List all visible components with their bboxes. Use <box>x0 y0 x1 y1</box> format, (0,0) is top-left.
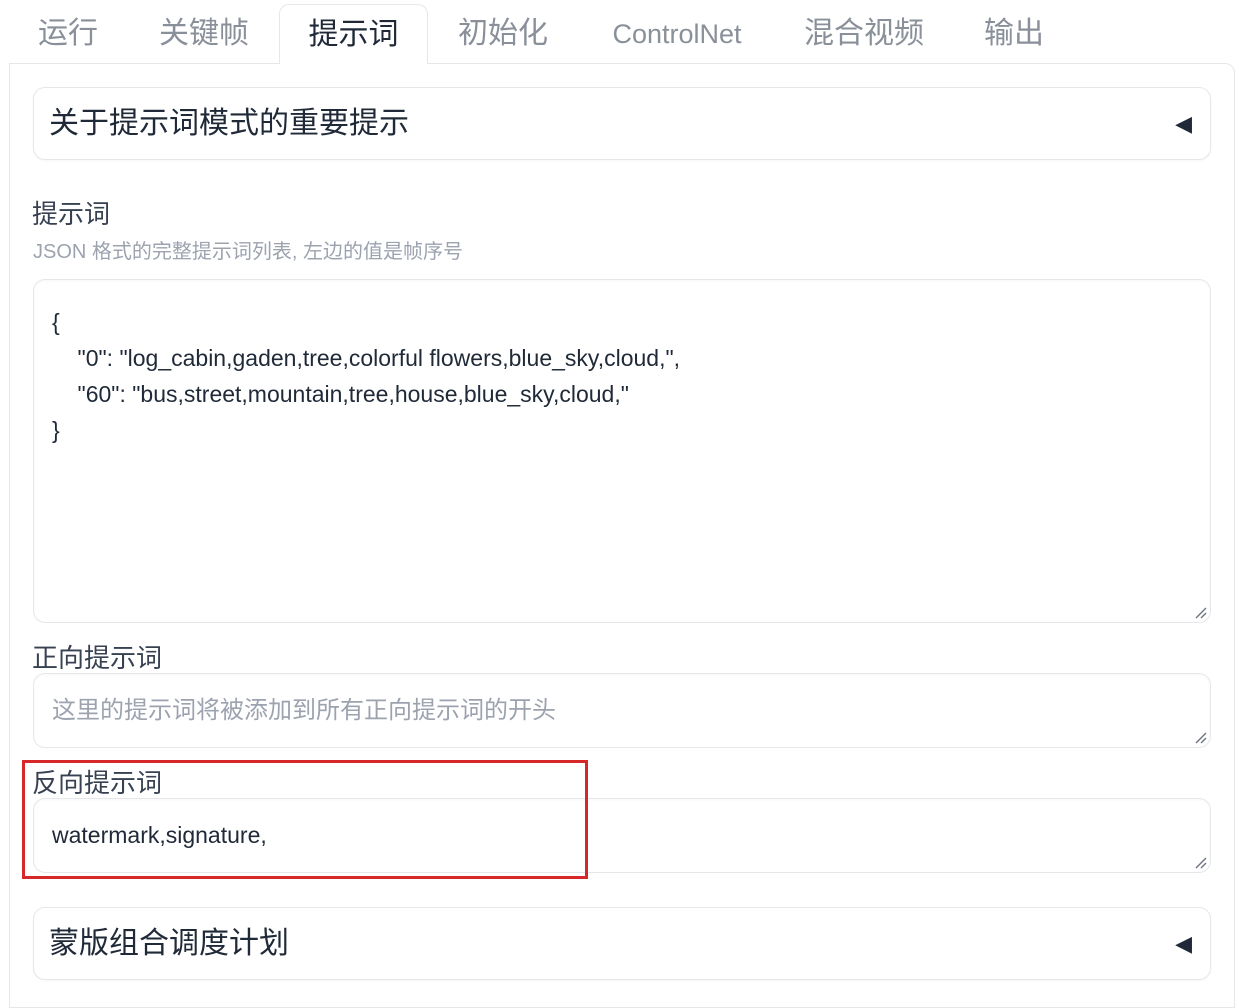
tab-output[interactable]: 输出 <box>970 4 1058 64</box>
tab-hybrid-video[interactable]: 混合视频 <box>793 4 935 64</box>
resize-grip-icon[interactable] <box>1193 730 1207 744</box>
prompt-notice-accordion[interactable]: 关于提示词模式的重要提示 ◀ <box>33 87 1211 160</box>
resize-grip-icon[interactable] <box>1193 855 1207 869</box>
negative-prompt-label: 反向提示词 <box>32 768 163 798</box>
prompts-label: 提示词 <box>32 199 111 229</box>
prompts-info: JSON 格式的完整提示词列表, 左边的值是帧序号 <box>33 241 464 263</box>
tab-bar: 运行 关键帧 提示词 初始化 ControlNet 混合视频 输出 <box>0 0 1239 64</box>
prompts-textarea[interactable]: { "0": "log_cabin,gaden,tree,colorful fl… <box>33 279 1211 623</box>
tab-keyframes[interactable]: 关键帧 <box>146 4 262 64</box>
negative-prompt-value: watermark,signature, <box>52 822 267 848</box>
prompts-textarea-value: { "0": "log_cabin,gaden,tree,colorful fl… <box>52 309 681 443</box>
resize-grip-icon[interactable] <box>1193 605 1207 619</box>
positive-prompt-label: 正向提示词 <box>32 643 163 673</box>
tab-prompts[interactable]: 提示词 <box>279 4 428 64</box>
positive-prompt-placeholder: 这里的提示词将被添加到所有正向提示词的开头 <box>52 697 556 724</box>
mask-schedule-accordion[interactable]: 蒙版组合调度计划 ◀ <box>33 907 1211 980</box>
tab-controlnet[interactable]: ControlNet <box>596 4 758 64</box>
negative-prompt-textarea[interactable]: watermark,signature, <box>33 798 1211 873</box>
tab-init[interactable]: 初始化 <box>445 4 561 64</box>
accordion-title: 关于提示词模式的重要提示 <box>49 107 409 140</box>
positive-prompt-textarea[interactable]: 这里的提示词将被添加到所有正向提示词的开头 <box>33 673 1211 748</box>
collapse-arrow-icon: ◀ <box>1175 931 1192 956</box>
accordion-title: 蒙版组合调度计划 <box>49 927 289 960</box>
collapse-arrow-icon: ◀ <box>1175 111 1192 136</box>
tab-run[interactable]: 运行 <box>22 4 114 64</box>
